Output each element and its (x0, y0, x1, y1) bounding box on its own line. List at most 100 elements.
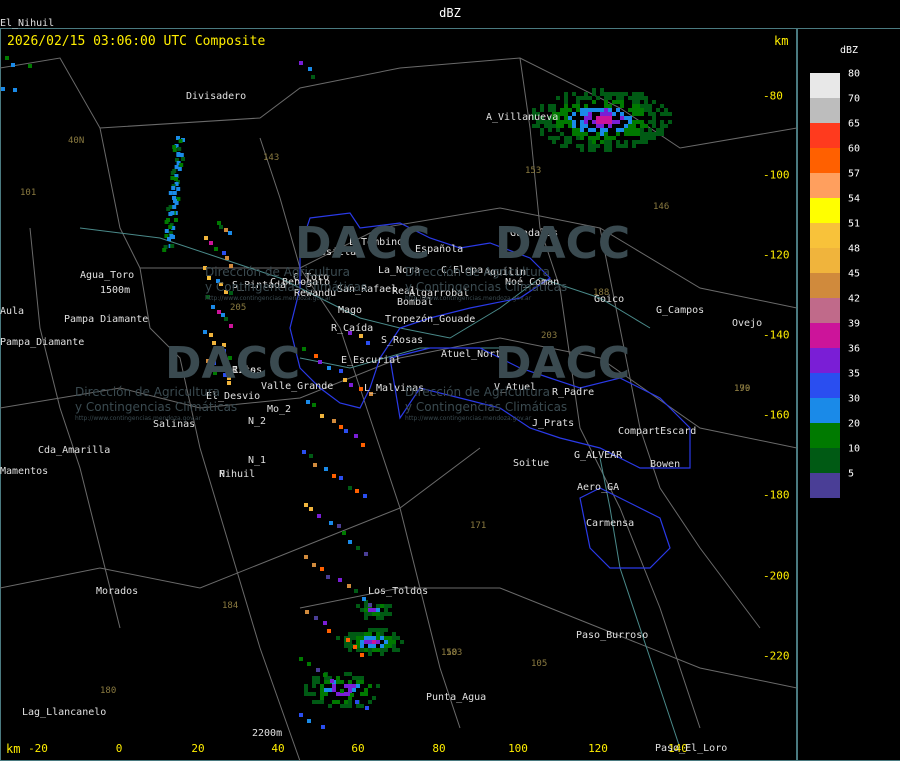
legend-swatch (810, 248, 840, 273)
legend-swatch (810, 448, 840, 473)
echo-cell (612, 92, 616, 96)
echo-cell (608, 120, 612, 124)
echo-cell (604, 104, 608, 108)
echo-cell (592, 88, 596, 92)
echo-cell (596, 136, 600, 140)
echo-cell (612, 136, 616, 140)
echo-cell (532, 124, 536, 128)
echo-cell (612, 100, 616, 104)
echo-cell (572, 132, 576, 136)
echo-cell (172, 205, 177, 209)
echo-cell (347, 584, 351, 588)
echo-cell (380, 632, 384, 636)
echo-cell (327, 366, 331, 370)
echo-cell (592, 136, 596, 140)
echo-cell (660, 124, 664, 128)
echo-cell (316, 676, 320, 680)
echo-cell (355, 700, 359, 704)
echo-cell (564, 120, 568, 124)
echo-cell (368, 648, 372, 652)
echo-cell (164, 220, 169, 224)
echo-cell (364, 608, 368, 612)
echo-cell (584, 124, 588, 128)
echo-cell (356, 632, 360, 636)
echo-cell (608, 112, 612, 116)
place-name: Aula (0, 306, 25, 317)
echo-cell (624, 132, 628, 136)
echo-cell (376, 608, 380, 612)
echo-cell (171, 186, 176, 190)
echo-cell (620, 92, 624, 96)
echo-cell (636, 128, 640, 132)
echo-cell (384, 628, 388, 632)
echo-cell (616, 144, 620, 148)
echo-cell (540, 104, 544, 108)
echo-cell (544, 124, 548, 128)
echo-cell (360, 648, 364, 652)
place-name: N_2 (248, 416, 267, 427)
echo-cell (664, 124, 668, 128)
echo-cell (536, 124, 540, 128)
echo-cell (384, 644, 388, 648)
echo-cell (364, 648, 368, 652)
echo-cell (170, 171, 175, 175)
watermark-line2: y Contingencias Climáticas (405, 400, 568, 414)
echo-cell (652, 136, 656, 140)
echo-cell (392, 648, 396, 652)
echo-cell (356, 640, 360, 644)
echo-cell (304, 684, 308, 688)
echo-cell (668, 112, 672, 116)
echo-cell (340, 689, 344, 693)
echo-cell (648, 120, 652, 124)
x-tick-label: 120 (588, 742, 608, 755)
route-number: 153 (525, 166, 542, 176)
echo-cell (652, 116, 656, 120)
legend-level-label: 65 (848, 118, 861, 130)
place-name: R_Caída (331, 323, 374, 334)
echo-cell (632, 100, 636, 104)
echo-cell (376, 632, 380, 636)
place-name: Bowen (650, 459, 681, 470)
echo-cell (355, 489, 359, 493)
legend-level-label: 5 (848, 468, 855, 480)
echo-cell (608, 116, 612, 120)
echo-cell (11, 63, 15, 67)
echo-cell (350, 693, 354, 697)
echo-cell (356, 546, 360, 550)
echo-cell (564, 96, 568, 100)
watermark-url: http://www.contingencias.mendoza.gov.ar (75, 415, 202, 422)
echo-cell (364, 616, 368, 620)
echo-cell (338, 578, 342, 582)
echo-cell (400, 640, 404, 644)
echo-cell (348, 632, 352, 636)
echo-cell (328, 704, 332, 708)
echo-cell (396, 636, 400, 640)
y-axis-unit: km (774, 34, 789, 48)
echo-cell (632, 132, 636, 136)
echo-cell (644, 100, 648, 104)
echo-cell (314, 616, 318, 620)
place-name: A_Villanueva (486, 112, 559, 123)
place-name: Divisadero (186, 91, 247, 102)
echo-cell (600, 120, 604, 124)
echo-cell (360, 608, 364, 612)
echo-cell (171, 235, 175, 239)
echo-cell (380, 604, 384, 608)
echo-cell (616, 120, 620, 124)
place-name: G_Campos (656, 305, 705, 316)
echo-cell (326, 575, 330, 579)
echo-cell (176, 187, 181, 191)
echo-cell (624, 124, 628, 128)
echo-cell (356, 684, 360, 688)
echo-cell (572, 128, 576, 132)
echo-cell (620, 100, 624, 104)
echo-cell (214, 247, 218, 251)
echo-cell (540, 128, 544, 132)
echo-cell (177, 167, 182, 171)
y-tick-label: -100 (763, 168, 790, 182)
echo-cell (644, 136, 648, 140)
route-number: 188 (593, 288, 610, 298)
place-name: Mago (338, 305, 363, 316)
echo-cell (636, 100, 640, 104)
legend-level-label: 48 (848, 243, 861, 255)
